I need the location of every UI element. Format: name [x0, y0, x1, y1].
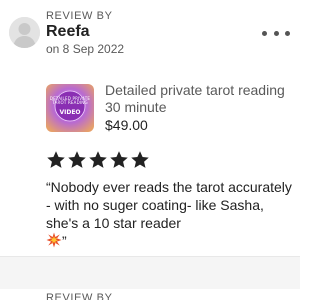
- review-divider: [0, 256, 300, 289]
- collision-emoji-icon: [46, 232, 62, 248]
- product-thumbnail[interactable]: DETAILED PRIVATE TAROT READING VIDEO: [46, 84, 94, 132]
- more-horizontal-icon-dot: [285, 30, 290, 36]
- review-text-closing-quote: ”: [62, 233, 67, 249]
- star-icon: [89, 151, 107, 168]
- star-icon: [110, 151, 128, 168]
- star-icon: [47, 151, 65, 168]
- product-title-link[interactable]: Detailed private tarot reading 30 minute: [105, 82, 285, 116]
- product-price: $49.00: [105, 117, 148, 133]
- more-horizontal-icon: [262, 30, 267, 36]
- review-text-body: “Nobody ever reads the tarot accurately …: [46, 179, 292, 231]
- more-options-button[interactable]: [262, 26, 290, 40]
- avatar[interactable]: [9, 17, 40, 48]
- review-card: REVIEW BY Reefa on 8 Sep 2022 DETAILED P…: [0, 0, 300, 256]
- next-review-by-label: REVIEW BY: [46, 292, 113, 300]
- review-text: “Nobody ever reads the tarot accurately …: [46, 178, 292, 250]
- product-thumbnail-image: [46, 84, 94, 132]
- more-horizontal-icon-dot: [273, 30, 279, 36]
- star-rating: [46, 150, 150, 170]
- reviewer-name[interactable]: Reefa: [46, 23, 90, 41]
- review-date: on 8 Sep 2022: [46, 42, 125, 56]
- star-icon: [131, 151, 149, 168]
- review-list: REVIEW BY Reefa on 8 Sep 2022 DETAILED P…: [0, 0, 300, 300]
- review-by-label: REVIEW BY: [46, 10, 113, 22]
- user-avatar-icon: [9, 17, 40, 48]
- thumbnail-caption-small: DETAILED PRIVATE TAROT READING: [49, 96, 91, 105]
- star-icon: [68, 151, 86, 168]
- thumbnail-caption-video: VIDEO: [59, 109, 81, 116]
